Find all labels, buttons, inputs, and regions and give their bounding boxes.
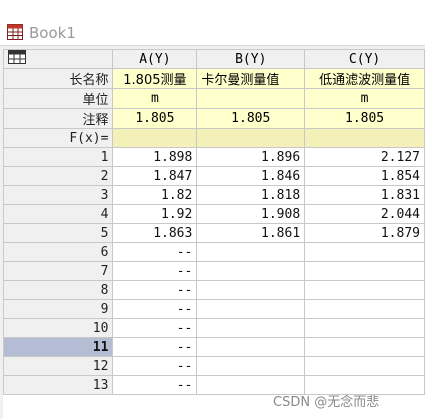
cell-b[interactable] [196,318,306,338]
select-all-grid-icon [8,50,26,64]
cell-c[interactable]: 2.127 [304,147,425,167]
formula-c[interactable] [304,128,425,148]
cell-c[interactable] [304,318,425,338]
row-number[interactable]: 5 [2,223,114,243]
column-header-b[interactable]: B(Y) [196,49,306,69]
table-row[interactable]: 5 1.863 1.861 1.879 [2,223,425,243]
long-name-c[interactable]: 低通滤波测量值 [304,68,425,89]
cell-c[interactable]: 2.044 [304,204,425,224]
comment-b[interactable]: 1.805 [196,108,306,129]
cell-a[interactable]: 1.847 [112,166,198,186]
cell-a[interactable]: -- [112,318,198,338]
row-number[interactable]: 3 [2,185,114,205]
row-number[interactable]: 7 [2,261,114,281]
workbook-titlebar[interactable]: Book1 [0,0,425,46]
row-number[interactable]: 11 [2,337,114,357]
formula-b[interactable] [196,128,306,148]
long-name-b[interactable]: 卡尔曼测量值 [196,68,306,89]
cell-b[interactable]: 1.861 [196,223,306,243]
row-number[interactable]: 8 [2,280,114,300]
table-row[interactable]: 11 -- [2,337,425,357]
row-number[interactable]: 9 [2,299,114,319]
cell-a[interactable]: 1.898 [112,147,198,167]
worksheet-grid[interactable]: A(Y) B(Y) C(Y) 长名称 1.805测量 卡尔曼测量值 低通滤波测量… [2,49,425,419]
cell-a[interactable]: 1.82 [112,185,198,205]
cell-a[interactable]: -- [112,242,198,262]
label-formula[interactable]: F(x)= [2,128,114,148]
column-header-c[interactable]: C(Y) [304,49,425,69]
cell-a[interactable]: -- [112,375,198,395]
spreadsheet-icon [7,24,23,40]
table-row[interactable]: 6 -- [2,242,425,262]
cell-c[interactable] [304,337,425,357]
window-title: Book1 [29,24,76,42]
row-number[interactable]: 4 [2,204,114,224]
table-row[interactable]: 10 -- [2,318,425,338]
cell-b[interactable] [196,299,306,319]
table-row[interactable]: 9 -- [2,299,425,319]
cell-b[interactable] [196,242,306,262]
label-unit[interactable]: 单位 [2,88,114,109]
table-row[interactable]: 7 -- [2,261,425,281]
cell-a[interactable]: -- [112,261,198,281]
table-row[interactable]: 2 1.847 1.846 1.854 [2,166,425,186]
table-row[interactable]: 8 -- [2,280,425,300]
cell-c[interactable] [304,299,425,319]
table-row[interactable]: 12 -- [2,356,425,376]
cell-c[interactable] [304,242,425,262]
cell-b[interactable]: 1.908 [196,204,306,224]
cell-c[interactable] [304,261,425,281]
unit-c[interactable]: m [304,88,425,109]
row-number[interactable]: 1 [2,147,114,167]
column-header-a[interactable]: A(Y) [112,49,198,69]
row-number[interactable]: 13 [2,375,114,395]
cell-a[interactable]: -- [112,356,198,376]
cell-a[interactable]: -- [112,280,198,300]
comment-c[interactable]: 1.805 [304,108,425,129]
cell-a[interactable]: -- [112,337,198,357]
comment-a[interactable]: 1.805 [112,108,198,129]
cell-b[interactable] [196,261,306,281]
cell-b[interactable]: 1.896 [196,147,306,167]
row-number[interactable]: 12 [2,356,114,376]
select-all-corner[interactable] [2,49,114,69]
cell-c[interactable]: 1.854 [304,166,425,186]
row-number[interactable]: 2 [2,166,114,186]
label-comment[interactable]: 注释 [2,108,114,129]
unit-a[interactable]: m [112,88,198,109]
cell-b[interactable] [196,356,306,376]
cell-c[interactable]: 1.879 [304,223,425,243]
cell-c[interactable]: 1.831 [304,185,425,205]
cell-b[interactable]: 1.818 [196,185,306,205]
formula-a[interactable] [112,128,198,148]
unit-b[interactable] [196,88,306,109]
cell-a[interactable]: -- [112,299,198,319]
watermark: CSDN @无念而悲 [273,395,380,410]
table-row[interactable]: 3 1.82 1.818 1.831 [2,185,425,205]
table-row[interactable]: 4 1.92 1.908 2.044 [2,204,425,224]
cell-a[interactable]: 1.863 [112,223,198,243]
cell-a[interactable]: 1.92 [112,204,198,224]
table-row[interactable]: 1 1.898 1.896 2.127 [2,147,425,167]
row-number[interactable]: 6 [2,242,114,262]
label-long-name[interactable]: 长名称 [2,68,114,89]
worksheet-table: A(Y) B(Y) C(Y) 长名称 1.805测量 卡尔曼测量值 低通滤波测量… [2,49,425,395]
cell-b[interactable] [196,337,306,357]
cell-c[interactable] [304,280,425,300]
cell-b[interactable]: 1.846 [196,166,306,186]
cell-b[interactable] [196,280,306,300]
long-name-a[interactable]: 1.805测量 [112,68,198,89]
row-number[interactable]: 10 [2,318,114,338]
cell-c[interactable] [304,356,425,376]
